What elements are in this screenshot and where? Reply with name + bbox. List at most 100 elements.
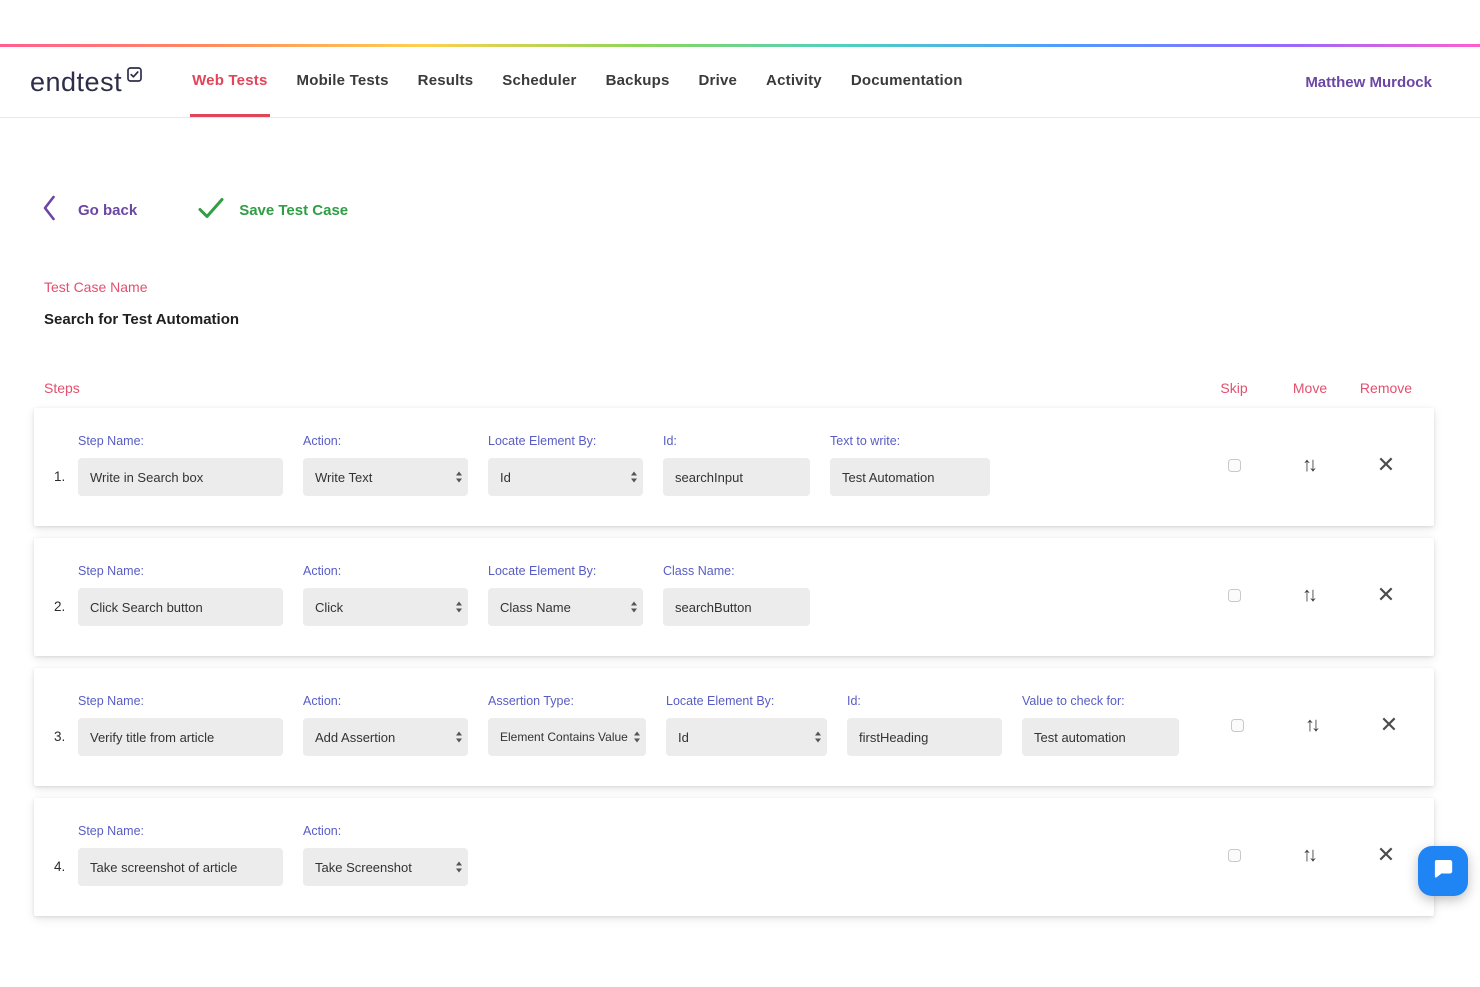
field-id: Id: xyxy=(847,694,1002,786)
field-locate-by: Locate Element By: Class Name xyxy=(488,564,643,656)
selected-option: Id xyxy=(678,730,689,745)
step-name-input[interactable] xyxy=(78,458,283,496)
skip-checkbox[interactable] xyxy=(1228,459,1241,472)
step-name-label: Step Name: xyxy=(78,564,283,580)
select-arrows-icon xyxy=(631,602,637,613)
selected-option: Id xyxy=(500,470,511,485)
move-arrows-icon[interactable]: ↑↓ xyxy=(1305,714,1321,737)
field-action: Action: Write Text xyxy=(303,434,468,526)
remove-x-icon[interactable]: ✕ xyxy=(1377,844,1395,866)
text-to-write-input[interactable] xyxy=(830,458,990,496)
locate-by-label: Locate Element By: xyxy=(488,564,643,580)
steps-title: Steps xyxy=(44,380,80,396)
skip-checkbox[interactable] xyxy=(1231,719,1244,732)
skip-column-header: Skip xyxy=(1196,380,1272,396)
field-step-name: Step Name: xyxy=(78,564,283,656)
action-select[interactable]: Write Text xyxy=(303,458,468,496)
step-fields: Step Name: Action: Click Locate Element … xyxy=(78,564,830,656)
step-name-label: Step Name: xyxy=(78,694,283,710)
user-menu[interactable]: Matthew Murdock xyxy=(1305,74,1432,91)
select-arrows-icon xyxy=(815,732,821,743)
save-test-case-button[interactable]: Save Test Case xyxy=(197,197,348,224)
field-step-name: Step Name: xyxy=(78,434,283,526)
action-label: Action: xyxy=(303,694,468,710)
nav-item-documentation[interactable]: Documentation xyxy=(849,47,965,117)
move-arrows-icon[interactable]: ↑↓ xyxy=(1302,844,1318,867)
endtest-logo[interactable]: endtest xyxy=(30,47,142,117)
id-label: Id: xyxy=(663,434,810,450)
step-name-input[interactable] xyxy=(78,848,283,886)
nav-item-web-tests[interactable]: Web Tests xyxy=(190,47,269,117)
test-case-name-value[interactable]: Search for Test Automation xyxy=(44,311,1434,328)
action-label: Action: xyxy=(303,434,468,450)
skip-checkbox[interactable] xyxy=(1228,589,1241,602)
nav-item-results[interactable]: Results xyxy=(416,47,476,117)
select-arrows-icon xyxy=(456,862,462,873)
action-select[interactable]: Click xyxy=(303,588,468,626)
nav-item-backups[interactable]: Backups xyxy=(604,47,672,117)
assertion-type-select[interactable]: Element Contains Value xyxy=(488,718,646,756)
remove-x-icon[interactable]: ✕ xyxy=(1377,454,1395,476)
logo-text: endtest xyxy=(30,67,122,98)
value-to-check-label: Value to check for: xyxy=(1022,694,1179,710)
action-select[interactable]: Add Assertion xyxy=(303,718,468,756)
step-fields: Step Name: Action: Write Text Locate Ele… xyxy=(78,434,1010,526)
selected-option: Element Contains Value xyxy=(500,730,628,744)
step-card-2: 2. Step Name: Action: Click Locate Eleme… xyxy=(34,538,1434,656)
step-name-input[interactable] xyxy=(78,588,283,626)
selected-option: Click xyxy=(315,600,343,615)
app-window: endtest Web Tests Mobile Tests Results S… xyxy=(0,0,1480,987)
step-fields: Step Name: Action: Take Screenshot xyxy=(78,824,488,916)
value-to-check-input[interactable] xyxy=(1022,718,1179,756)
logo-checkbox-icon xyxy=(127,67,142,87)
nav-item-activity[interactable]: Activity xyxy=(764,47,824,117)
step-actions: ↑↓ ✕ xyxy=(1196,824,1424,886)
selected-option: Take Screenshot xyxy=(315,860,412,875)
step-actions: ↑↓ ✕ xyxy=(1196,564,1424,626)
field-id: Id: xyxy=(663,434,810,526)
save-test-case-label: Save Test Case xyxy=(239,202,348,219)
id-label: Id: xyxy=(847,694,1002,710)
select-arrows-icon xyxy=(634,732,640,743)
selected-option: Class Name xyxy=(500,600,571,615)
step-name-label: Step Name: xyxy=(78,824,283,840)
field-text-to-write: Text to write: xyxy=(830,434,990,526)
step-name-label: Step Name: xyxy=(78,434,283,450)
move-arrows-icon[interactable]: ↑↓ xyxy=(1302,584,1318,607)
main-nav: Web Tests Mobile Tests Results Scheduler… xyxy=(190,47,965,117)
remove-x-icon[interactable]: ✕ xyxy=(1380,714,1398,736)
id-input[interactable] xyxy=(663,458,810,496)
step-name-input[interactable] xyxy=(78,718,283,756)
field-class-name: Class Name: xyxy=(663,564,810,656)
locate-by-select[interactable]: Class Name xyxy=(488,588,643,626)
go-back-button[interactable]: Go back xyxy=(42,194,137,227)
top-navbar: endtest Web Tests Mobile Tests Results S… xyxy=(0,47,1480,118)
nav-item-scheduler[interactable]: Scheduler xyxy=(500,47,578,117)
locate-by-select[interactable]: Id xyxy=(666,718,827,756)
action-select[interactable]: Take Screenshot xyxy=(303,848,468,886)
steps-header: Steps Skip Move Remove xyxy=(34,380,1434,396)
nav-item-mobile-tests[interactable]: Mobile Tests xyxy=(295,47,391,117)
action-label: Action: xyxy=(303,824,468,840)
checkmark-icon xyxy=(197,197,225,224)
step-number: 4. xyxy=(54,824,78,916)
remove-x-icon[interactable]: ✕ xyxy=(1377,584,1395,606)
field-action: Action: Click xyxy=(303,564,468,656)
field-action: Action: Take Screenshot xyxy=(303,824,468,916)
select-arrows-icon xyxy=(456,602,462,613)
assertion-type-label: Assertion Type: xyxy=(488,694,646,710)
locate-by-select[interactable]: Id xyxy=(488,458,643,496)
test-case-name-label: Test Case Name xyxy=(44,279,1434,295)
nav-item-drive[interactable]: Drive xyxy=(697,47,740,117)
chat-launcher-button[interactable] xyxy=(1418,846,1468,896)
chevron-left-icon xyxy=(42,194,56,227)
step-card-1: 1. Step Name: Action: Write Text Locate … xyxy=(34,408,1434,526)
move-arrows-icon[interactable]: ↑↓ xyxy=(1302,454,1318,477)
main-content: Go back Save Test Case Test Case Name Se… xyxy=(0,118,1480,916)
locate-by-label: Locate Element By: xyxy=(488,434,643,450)
id-input[interactable] xyxy=(847,718,1002,756)
skip-checkbox[interactable] xyxy=(1228,849,1241,862)
action-label: Action: xyxy=(303,564,468,580)
class-name-input[interactable] xyxy=(663,588,810,626)
remove-column-header: Remove xyxy=(1348,380,1424,396)
